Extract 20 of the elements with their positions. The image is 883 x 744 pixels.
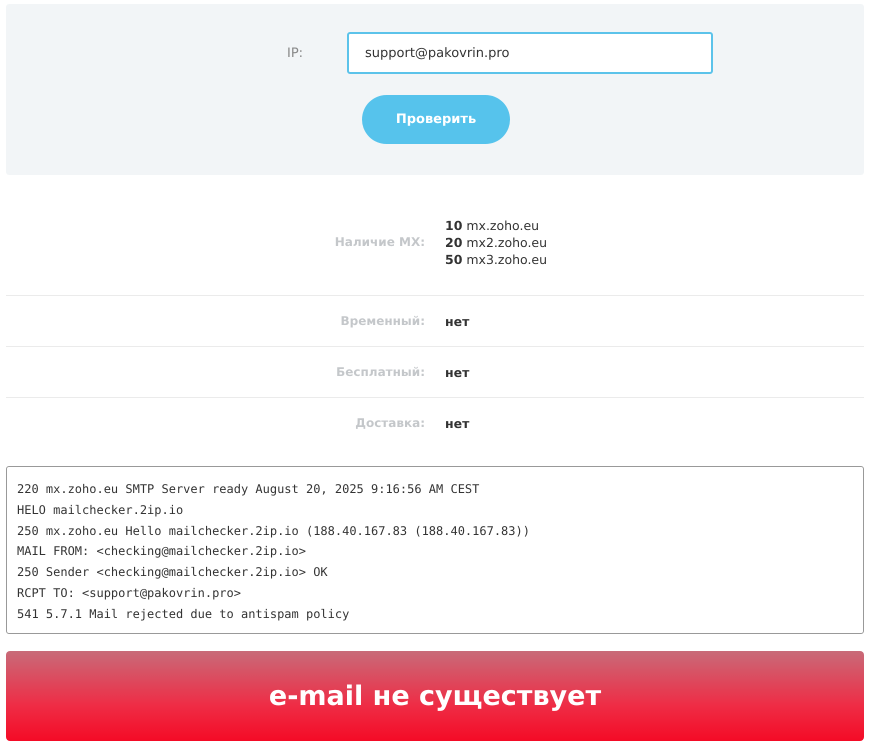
log-line: 220 mx.zoho.eu SMTP Server ready August 20, 2025 9:16:56 AM CEST <box>17 481 480 498</box>
result-label: Бесплатный: <box>335 365 425 379</box>
result-label: Доставка: <box>354 416 425 430</box>
result-label: Временный: <box>340 314 425 328</box>
result-value: нет <box>445 364 470 380</box>
ip-input-field[interactable]: support@pakovrin.pro <box>347 32 713 74</box>
mx-record: 20 mx2.zoho.eu <box>445 234 548 250</box>
result-value: нет <box>445 416 470 430</box>
log-line: 541 5.7.1 Mail rejected due to antispam policy <box>17 606 350 623</box>
result-banner: e-mail не существует <box>6 651 864 741</box>
log-line: HELO mailchecker.2ip.io <box>17 502 184 519</box>
result-label: Наличие MX: <box>334 235 425 249</box>
log-line: 250 Sender <checking@mailchecker.2ip.io> OK <box>17 564 329 582</box>
mx-record: 50 mx3.zoho.eu <box>445 252 548 266</box>
ip-label: IP: <box>287 46 304 60</box>
log-line: MAIL FROM: <checking@mailchecker.2ip.io> <box>17 543 307 560</box>
log-line: RCPT TO: <support@pakovrin.pro> <box>17 584 242 602</box>
result-value: нет <box>445 314 470 328</box>
log-line: 250 mx.zoho.eu Hello mailchecker.2ip.io (188.40.167.83 (188.40.167.83)) <box>17 522 531 540</box>
mx-record: 10 mx.zoho.eu <box>445 218 540 232</box>
